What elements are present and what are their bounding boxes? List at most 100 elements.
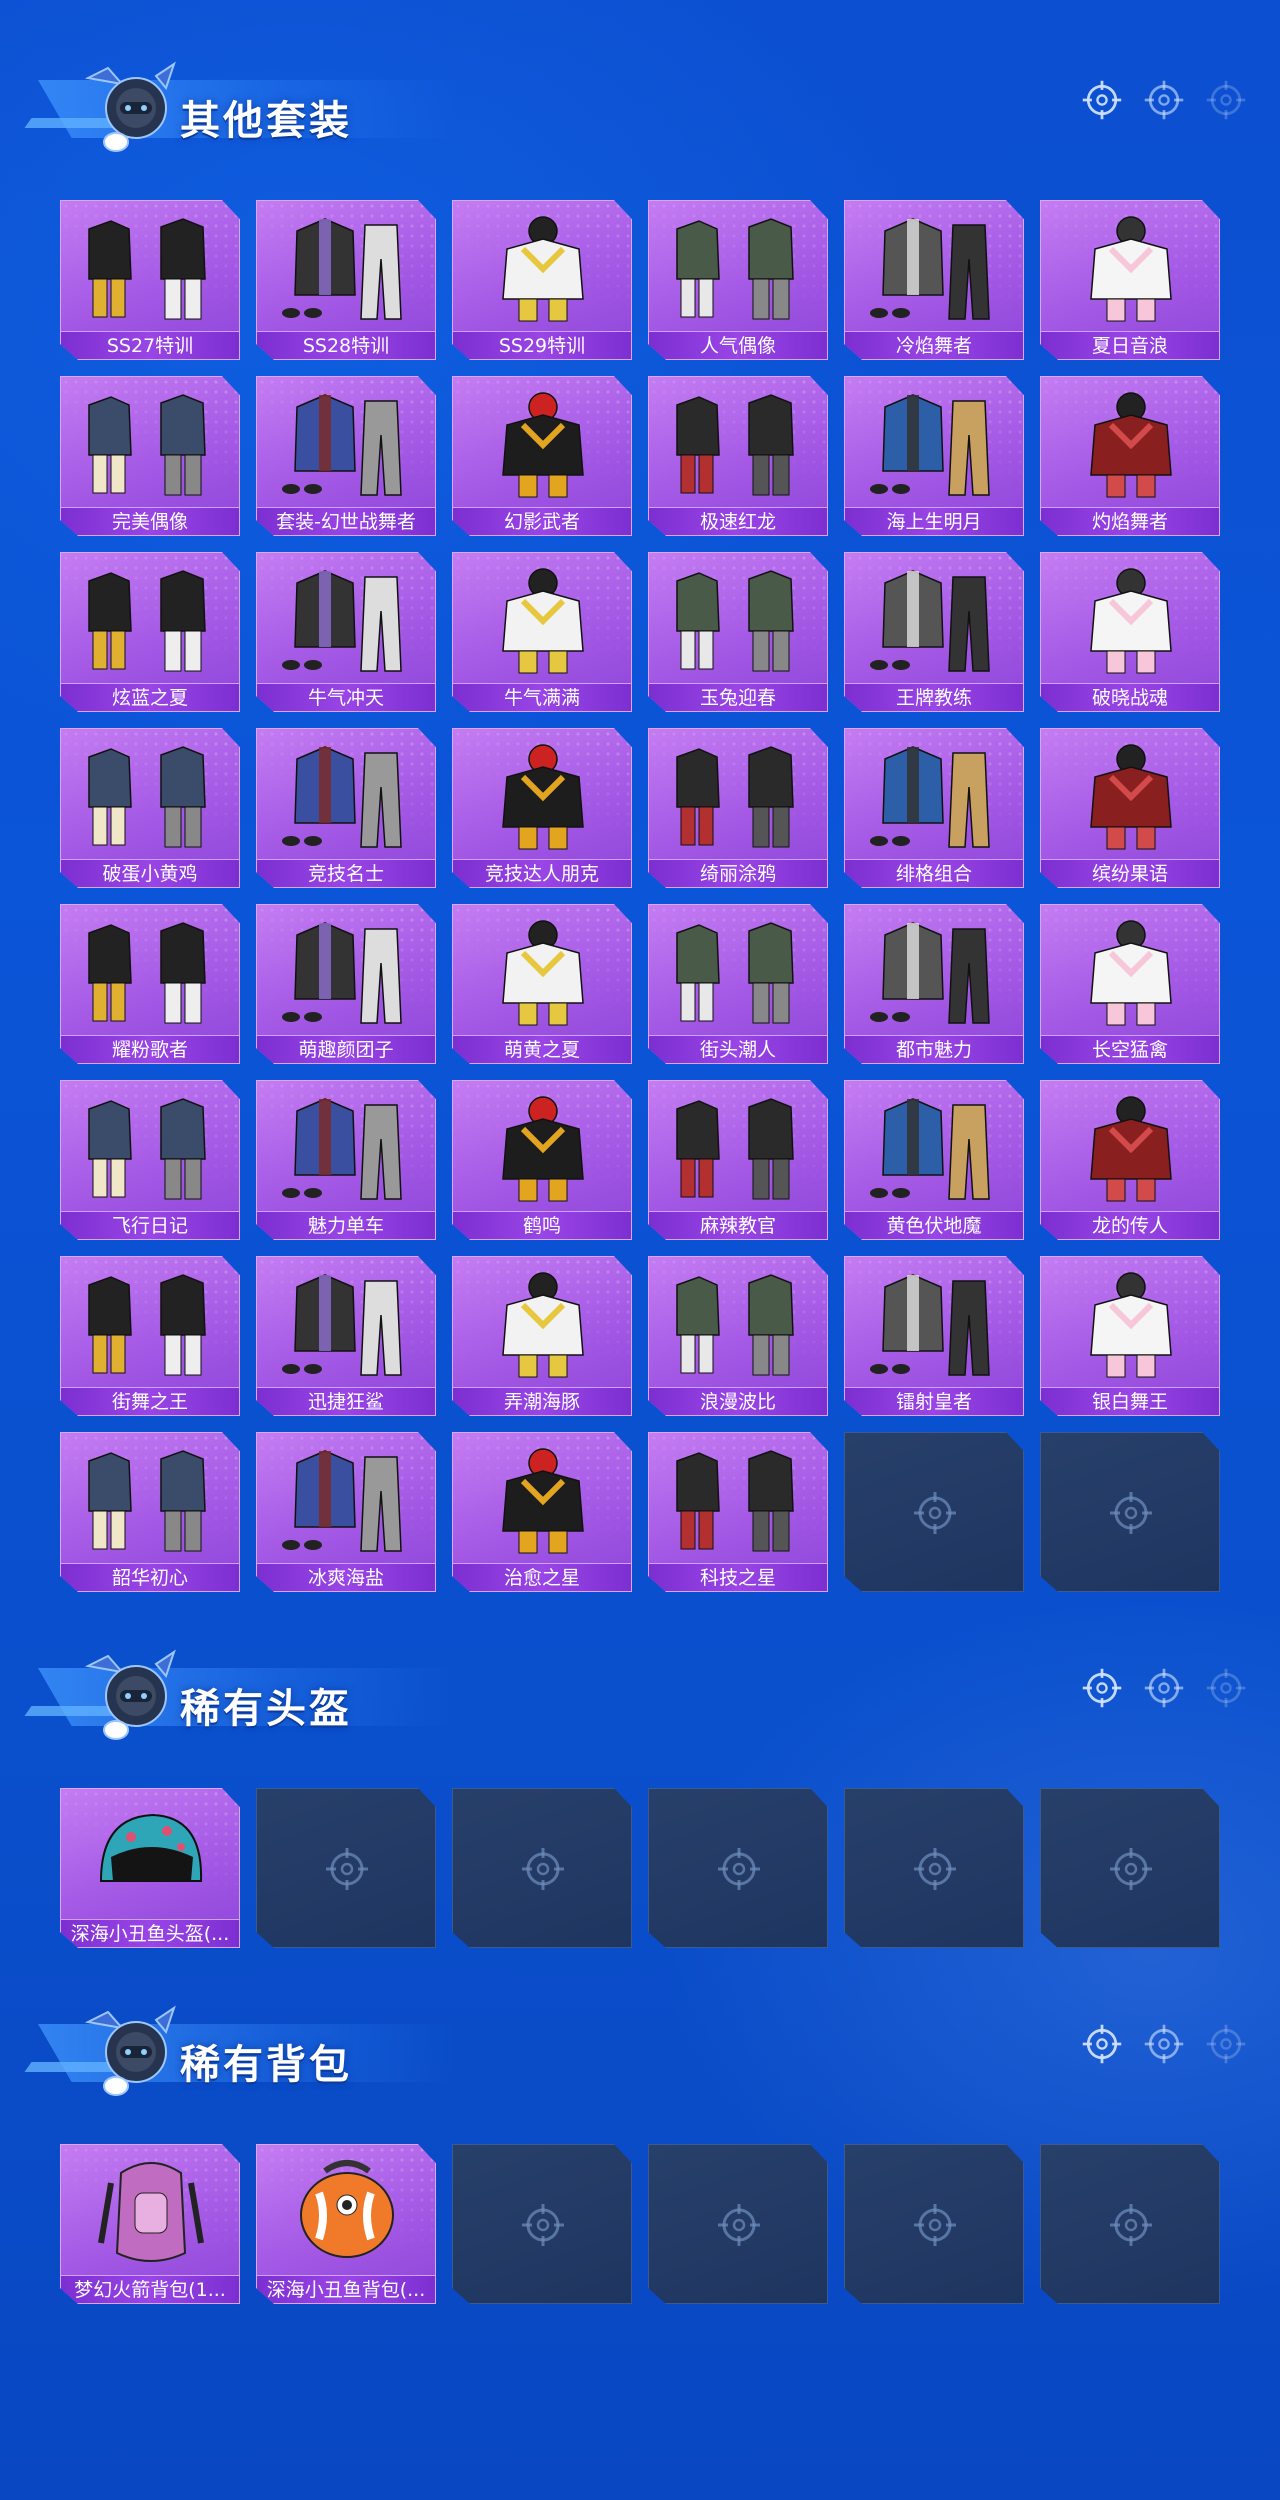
- empty-slot: [452, 1788, 632, 1948]
- item-card[interactable]: 灼焰舞者: [1040, 376, 1220, 536]
- item-image: [71, 385, 231, 503]
- item-card[interactable]: 科技之星: [648, 1432, 828, 1592]
- item-card[interactable]: 绮丽涂鸦: [648, 728, 828, 888]
- item-card[interactable]: SS28特训: [256, 200, 436, 360]
- item-card[interactable]: 麻辣教官: [648, 1080, 828, 1240]
- item-card[interactable]: 深海小丑鱼头盔(...: [60, 1788, 240, 1948]
- item-card[interactable]: 萌黄之夏: [452, 904, 632, 1064]
- item-card[interactable]: 龙的传人: [1040, 1080, 1220, 1240]
- item-label: 海上生明月: [845, 507, 1023, 535]
- item-card[interactable]: 深海小丑鱼背包(...: [256, 2144, 436, 2304]
- item-label: 街舞之王: [61, 1387, 239, 1415]
- crosshair-icon: [1080, 78, 1124, 122]
- item-image: [1051, 209, 1211, 327]
- item-label: 深海小丑鱼背包(...: [257, 2275, 435, 2303]
- item-card[interactable]: 破蛋小黄鸡: [60, 728, 240, 888]
- item-card[interactable]: 镭射皇者: [844, 1256, 1024, 1416]
- item-card[interactable]: 冷焰舞者: [844, 200, 1024, 360]
- item-card[interactable]: SS27特训: [60, 200, 240, 360]
- item-card[interactable]: 治愈之星: [452, 1432, 632, 1592]
- item-card[interactable]: SS29特训: [452, 200, 632, 360]
- item-image: [659, 1265, 819, 1383]
- item-card[interactable]: 都市魅力: [844, 904, 1024, 1064]
- item-card[interactable]: 夏日音浪: [1040, 200, 1220, 360]
- item-card[interactable]: 迅捷狂鲨: [256, 1256, 436, 1416]
- item-card[interactable]: 竞技名士: [256, 728, 436, 888]
- item-label: 魅力单车: [257, 1211, 435, 1239]
- item-label: 街头潮人: [649, 1035, 827, 1063]
- item-label: 灼焰舞者: [1041, 507, 1219, 535]
- item-label: 都市魅力: [845, 1035, 1023, 1063]
- item-label: 镭射皇者: [845, 1387, 1023, 1415]
- item-card[interactable]: 长空猛禽: [1040, 904, 1220, 1064]
- item-label: 绯格组合: [845, 859, 1023, 887]
- item-card[interactable]: 黄色伏地魔: [844, 1080, 1024, 1240]
- item-card[interactable]: 冰爽海盐: [256, 1432, 436, 1592]
- section-header: 稀有头盔: [24, 1628, 1278, 1740]
- item-label: 科技之星: [649, 1563, 827, 1591]
- empty-slot: [1040, 2144, 1220, 2304]
- item-card[interactable]: 浪漫波比: [648, 1256, 828, 1416]
- item-card[interactable]: 鹤鸣: [452, 1080, 632, 1240]
- item-card[interactable]: 萌趣颜团子: [256, 904, 436, 1064]
- item-image: [855, 561, 1015, 679]
- empty-slot: [844, 1432, 1024, 1592]
- item-card[interactable]: 人气偶像: [648, 200, 828, 360]
- item-card[interactable]: 耀粉歌者: [60, 904, 240, 1064]
- item-card[interactable]: 街舞之王: [60, 1256, 240, 1416]
- crosshair-icon: [1204, 1666, 1248, 1710]
- item-label: 竞技达人朋克: [453, 859, 631, 887]
- item-image: [267, 561, 427, 679]
- item-label: 黄色伏地魔: [845, 1211, 1023, 1239]
- item-card[interactable]: 破晓战魂: [1040, 552, 1220, 712]
- item-label: SS28特训: [257, 331, 435, 359]
- item-card[interactable]: 梦幻火箭背包(1...: [60, 2144, 240, 2304]
- item-label: 极速红龙: [649, 507, 827, 535]
- item-label: 套装-幻世战舞者: [257, 507, 435, 535]
- item-card[interactable]: 极速红龙: [648, 376, 828, 536]
- item-card[interactable]: 竞技达人朋克: [452, 728, 632, 888]
- item-image: [71, 1797, 231, 1915]
- item-card[interactable]: 牛气冲天: [256, 552, 436, 712]
- item-label: 玉兔迎春: [649, 683, 827, 711]
- item-card[interactable]: 炫蓝之夏: [60, 552, 240, 712]
- item-label: 夏日音浪: [1041, 331, 1219, 359]
- item-card[interactable]: 缤纷果语: [1040, 728, 1220, 888]
- item-image: [267, 737, 427, 855]
- item-image: [463, 1089, 623, 1207]
- item-card[interactable]: 银白舞王: [1040, 1256, 1220, 1416]
- item-card[interactable]: 玉兔迎春: [648, 552, 828, 712]
- item-card[interactable]: 弄潮海豚: [452, 1256, 632, 1416]
- item-image: [267, 2153, 427, 2271]
- item-card[interactable]: 套装-幻世战舞者: [256, 376, 436, 536]
- item-image: [267, 913, 427, 1031]
- section-header: 稀有背包: [24, 1984, 1278, 2096]
- item-card[interactable]: 牛气满满: [452, 552, 632, 712]
- item-card[interactable]: 韶华初心: [60, 1432, 240, 1592]
- item-label: 幻影武者: [453, 507, 631, 535]
- item-card[interactable]: 海上生明月: [844, 376, 1024, 536]
- item-image: [659, 1441, 819, 1559]
- item-card[interactable]: 飞行日记: [60, 1080, 240, 1240]
- item-image: [659, 913, 819, 1031]
- item-label: SS29特训: [453, 331, 631, 359]
- item-card[interactable]: 绯格组合: [844, 728, 1024, 888]
- item-image: [659, 737, 819, 855]
- item-image: [267, 385, 427, 503]
- item-label: 深海小丑鱼头盔(...: [61, 1919, 239, 1947]
- item-image: [463, 209, 623, 327]
- item-card[interactable]: 王牌教练: [844, 552, 1024, 712]
- crosshair-icon: [1080, 2022, 1124, 2066]
- item-image: [463, 385, 623, 503]
- item-card[interactable]: 魅力单车: [256, 1080, 436, 1240]
- item-label: 弄潮海豚: [453, 1387, 631, 1415]
- item-card[interactable]: 完美偶像: [60, 376, 240, 536]
- item-card[interactable]: 街头潮人: [648, 904, 828, 1064]
- header-reticles: [1080, 78, 1248, 122]
- item-image: [855, 913, 1015, 1031]
- empty-slot: [844, 1788, 1024, 1948]
- item-image: [855, 209, 1015, 327]
- item-card[interactable]: 幻影武者: [452, 376, 632, 536]
- item-image: [463, 561, 623, 679]
- section-title: 其他套装: [180, 98, 352, 144]
